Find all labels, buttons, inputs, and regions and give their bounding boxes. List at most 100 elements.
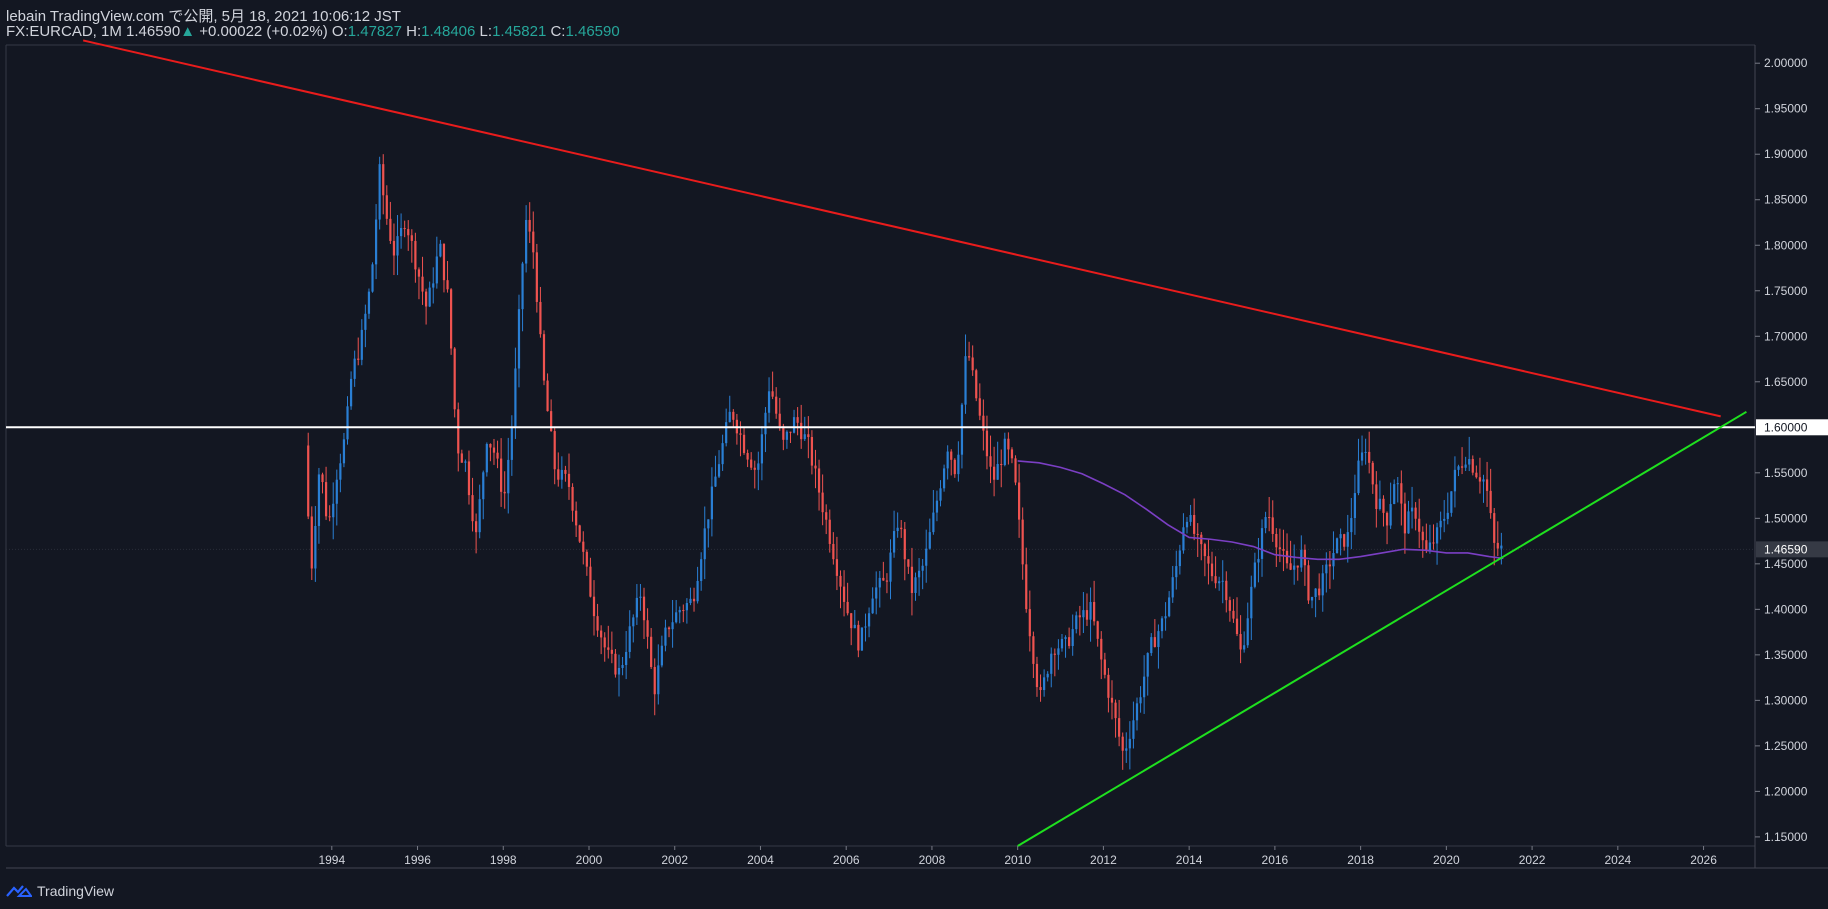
candle-body [1246, 618, 1249, 646]
candle-body [846, 601, 849, 614]
chart-canvas[interactable]: 2.00000 1.95000 1.90000 1.85000 1.80000 1.750… [0, 0, 1828, 909]
support-trendline[interactable] [1017, 410, 1747, 847]
candle-body [1135, 703, 1139, 721]
candle-body [746, 452, 749, 460]
candle-body [532, 231, 535, 253]
candle-body [607, 647, 610, 650]
candle-body [339, 463, 342, 480]
candle-body [928, 532, 931, 549]
candle-body [967, 356, 971, 358]
candle-body [1475, 472, 1478, 478]
candle-body [764, 412, 767, 435]
candle-body [1068, 637, 1071, 647]
candle-body [1093, 602, 1096, 622]
candle-body [1160, 618, 1164, 632]
price-tick-label: 1.90000 [1764, 147, 1808, 161]
candle-body [778, 413, 781, 427]
candle-body [1143, 676, 1146, 698]
price-tick-label: 1.85000 [1764, 193, 1808, 207]
candle-body [596, 616, 599, 631]
candle-body [446, 280, 449, 290]
candle-body [589, 566, 592, 597]
candle-body [767, 391, 771, 413]
candle-body [1043, 677, 1046, 691]
candle-body [349, 378, 353, 407]
candle-body [1264, 517, 1267, 529]
candle-body [396, 236, 399, 256]
candle-body [457, 409, 460, 454]
time-axis[interactable]: 1994 1996 1998 2000 2002 2004 2006 2008 2010 2012… [318, 846, 1717, 867]
candle-body [635, 597, 638, 618]
candle-body [1439, 520, 1442, 528]
footer-brand[interactable]: TradingView [6, 881, 114, 901]
candle-body [992, 466, 996, 480]
candle-body [414, 240, 417, 270]
pane-border [5, 44, 1828, 869]
candle-body [1500, 545, 1503, 549]
candle-body [496, 452, 499, 459]
candle-body [1296, 565, 1299, 568]
candle-body [1407, 511, 1410, 534]
candle-body [1110, 697, 1114, 703]
candle-body [1414, 507, 1417, 519]
candle-body [1157, 631, 1160, 647]
price-tick-label: 2.00000 [1764, 56, 1808, 70]
candle-body [810, 437, 814, 466]
candle-body [600, 630, 603, 638]
candle-body [1064, 637, 1067, 639]
candle-body [803, 434, 806, 440]
time-tick-label: 2020 [1433, 853, 1460, 867]
resistance-trendline[interactable] [82, 39, 1721, 418]
candle-body [1107, 674, 1110, 698]
candle-body [378, 164, 381, 220]
candle-body [517, 309, 521, 369]
candle-body [1310, 597, 1314, 601]
price-axis[interactable]: 2.00000 1.95000 1.90000 1.85000 1.80000 1.750… [1755, 56, 1808, 844]
candle-body [1078, 615, 1081, 618]
candle-body [592, 596, 596, 617]
candle-body [1060, 638, 1064, 649]
candle-body [1200, 534, 1203, 545]
candle-body [685, 603, 688, 611]
candle-body [1232, 610, 1235, 619]
candle-body [528, 219, 531, 232]
candle-body [682, 610, 685, 612]
candle-body [567, 473, 571, 487]
candle-body [614, 653, 617, 675]
candle-body [960, 404, 964, 455]
candle-body [1450, 491, 1453, 513]
candle-body [1346, 532, 1349, 547]
candle-body [1125, 748, 1128, 751]
candle-body [867, 613, 871, 627]
candle-body [478, 499, 481, 533]
candle-body [982, 415, 985, 431]
candle-body [1418, 518, 1421, 532]
candle-body [946, 451, 949, 469]
candle-body [721, 443, 724, 465]
candle-body [553, 431, 556, 470]
candle-body [460, 453, 463, 463]
candle-body [1457, 466, 1460, 470]
time-tick-label: 2026 [1690, 853, 1717, 867]
candle-body [1121, 736, 1124, 751]
price-tick-label: 1.45000 [1764, 557, 1808, 571]
candle-body [1039, 687, 1042, 691]
candle-body [942, 468, 946, 489]
candle-body [889, 552, 892, 582]
candle-body [332, 503, 335, 518]
candle-body [989, 456, 992, 467]
candle-body [1164, 616, 1167, 619]
candle-body [1428, 542, 1432, 551]
candle-body [953, 459, 956, 475]
candle-body [975, 370, 978, 399]
candle-body [1432, 542, 1435, 544]
candle-body [578, 525, 581, 542]
candle-body [1328, 564, 1332, 567]
candle-body [917, 570, 921, 578]
price-tick-label: 1.40000 [1764, 602, 1808, 616]
candle-body [978, 398, 981, 416]
candle-body [814, 465, 817, 469]
candle-body [839, 575, 842, 587]
candle-body [1046, 673, 1049, 678]
candle-body [1243, 645, 1246, 650]
